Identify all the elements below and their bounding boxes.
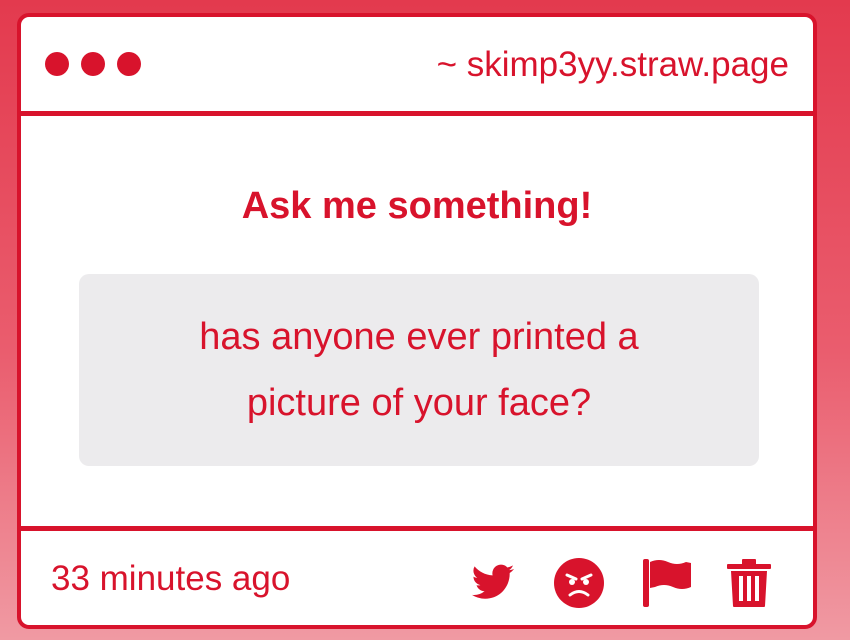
window-controls bbox=[45, 52, 141, 76]
react-angry-button[interactable] bbox=[553, 557, 605, 609]
card-footer: 33 minutes ago bbox=[21, 526, 813, 625]
page-title: Ask me something! bbox=[241, 185, 593, 227]
share-twitter-button[interactable] bbox=[467, 557, 519, 609]
report-button[interactable] bbox=[641, 557, 693, 609]
question-box: has anyone ever printed a picture of you… bbox=[79, 274, 759, 466]
question-area: Ask me something! has anyone ever printe… bbox=[21, 116, 813, 526]
delete-button[interactable] bbox=[723, 557, 775, 609]
page-url[interactable]: ~ skimp3yy.straw.page bbox=[437, 45, 789, 85]
window-dot-2[interactable] bbox=[81, 52, 105, 76]
trash-icon bbox=[727, 559, 771, 607]
question-text: has anyone ever printed a picture of you… bbox=[199, 316, 639, 424]
window-dot-1[interactable] bbox=[45, 52, 69, 76]
twitter-icon bbox=[471, 564, 515, 599]
angry-face-icon bbox=[554, 558, 604, 608]
window-dot-3[interactable] bbox=[117, 52, 141, 76]
question-card: ~ skimp3yy.straw.page Ask me something! … bbox=[17, 13, 817, 629]
action-bar bbox=[21, 557, 813, 609]
flag-icon bbox=[643, 559, 691, 607]
window-titlebar: ~ skimp3yy.straw.page bbox=[21, 17, 813, 116]
